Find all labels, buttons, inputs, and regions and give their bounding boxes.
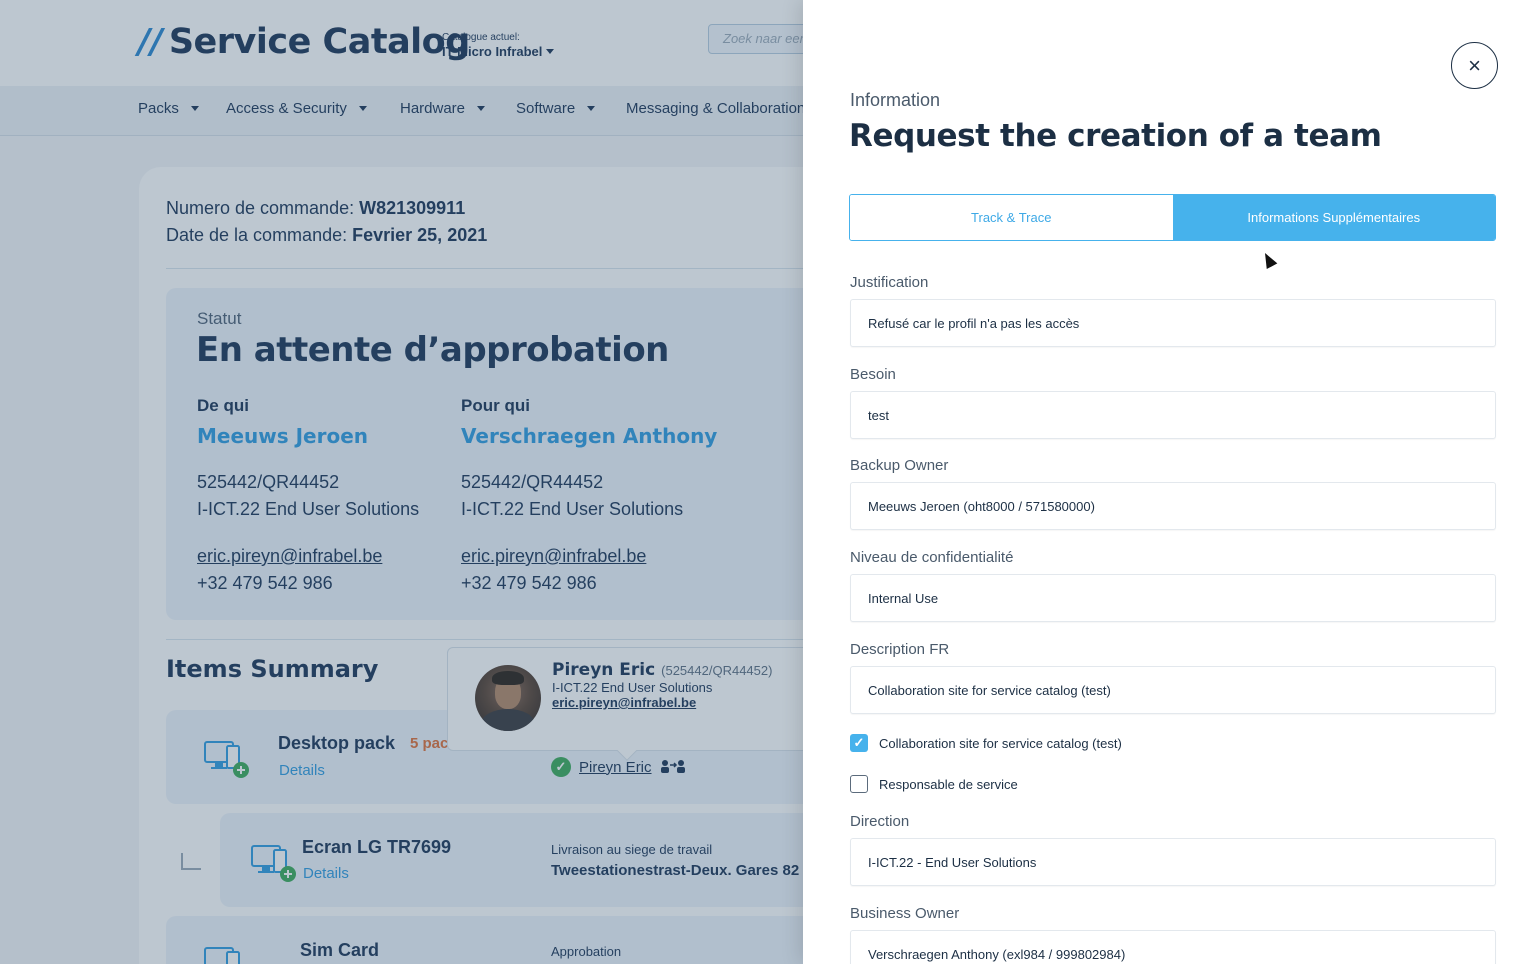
checkbox-label: Responsable de service — [879, 776, 1018, 792]
tab-informations-supplementaires[interactable]: Informations Supplémentaires — [1172, 195, 1495, 240]
checkbox-checked-icon[interactable]: ✓ — [850, 734, 868, 752]
besoin-field[interactable]: test — [850, 391, 1496, 439]
field-label-backup-owner: Backup Owner — [850, 457, 949, 474]
panel-title: Request the creation of a team — [849, 118, 1382, 154]
field-label-besoin: Besoin — [850, 366, 896, 383]
field-label-justification: Justification — [850, 274, 929, 291]
field-label-direction: Direction — [850, 813, 910, 830]
close-button[interactable]: × — [1451, 42, 1498, 89]
backup-owner-field[interactable]: Meeuws Jeroen (oht8000 / 571580000) — [850, 482, 1496, 530]
field-label-confidentiality: Niveau de confidentialité — [850, 549, 1014, 566]
panel-kicker: Information — [850, 90, 941, 110]
checkbox-responsable-service[interactable]: Responsable de service — [850, 775, 1018, 793]
confidentiality-field[interactable]: Internal Use — [850, 574, 1496, 622]
modal-backdrop[interactable] — [0, 0, 803, 964]
field-label-description-fr: Description FR — [850, 641, 950, 658]
field-label-business-owner: Business Owner — [850, 905, 960, 922]
tab-track-trace[interactable]: Track & Trace — [850, 195, 1173, 240]
business-owner-field[interactable]: Verschraegen Anthony (exl984 / 999802984… — [850, 930, 1496, 964]
description-fr-field[interactable]: Collaboration site for service catalog (… — [850, 666, 1496, 714]
checkbox-collaboration-site[interactable]: ✓ Collaboration site for service catalog… — [850, 734, 1122, 752]
checkbox-unchecked-icon[interactable] — [850, 775, 868, 793]
direction-field[interactable]: I-ICT.22 - End User Solutions — [850, 838, 1496, 886]
panel-tabs: Track & Trace Informations Supplémentair… — [849, 194, 1496, 241]
checkbox-label: Collaboration site for service catalog (… — [879, 735, 1122, 751]
justification-field[interactable]: Refusé car le profil n'a pas les accès — [850, 299, 1496, 347]
close-icon: × — [1468, 52, 1481, 78]
